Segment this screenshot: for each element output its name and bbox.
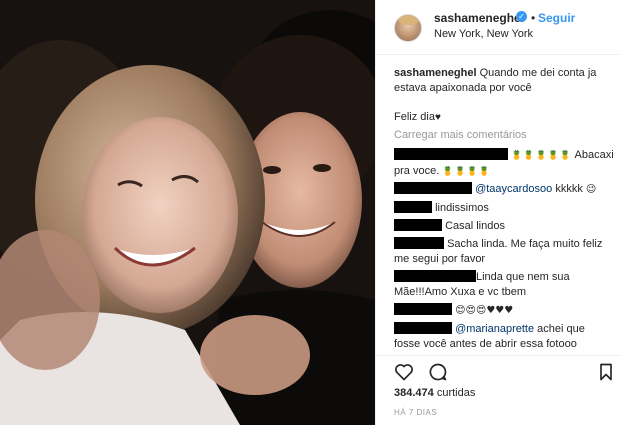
redacted-username — [394, 303, 452, 315]
redacted-username — [394, 148, 508, 160]
redacted-username — [394, 270, 476, 282]
comment-text: lindissimos — [435, 202, 489, 214]
comment-text-cont: pra voce. — [394, 165, 440, 177]
comment-text: Abacaxi — [574, 149, 614, 161]
avatar[interactable] — [394, 14, 422, 42]
comment-text: achei que — [537, 323, 585, 335]
location-link[interactable]: New York, New York — [434, 28, 533, 40]
comment-text-cont: Mãe!!!Amo Xuxa e vc tbem — [394, 286, 527, 298]
post-actions: 384.474 curtidas HÁ 7 DIAS — [376, 355, 620, 425]
likes-count[interactable]: 384.474 curtidas — [394, 387, 475, 399]
comment-item: Sacha linda. Me faça muito feliz me segu… — [394, 237, 616, 267]
comment-text: Linda que nem sua — [476, 271, 570, 283]
comment-text-cont: fosse você antes de abrir essa fotooo — [394, 338, 577, 350]
comment-text-cont: me segui por favor — [394, 253, 486, 265]
bookmark-icon[interactable] — [596, 362, 616, 382]
comment-bubble-icon[interactable] — [428, 362, 448, 382]
header-username[interactable]: sashameneghel — [434, 11, 524, 25]
pineapple-emoji: 🍍🍍🍍🍍 — [442, 167, 492, 177]
comment-item: 🍍🍍🍍🍍🍍 Abacaxi pra voce. 🍍🍍🍍🍍 — [394, 148, 616, 180]
heart-emoji: ♥ — [434, 112, 441, 123]
comment-text: Casal lindos — [445, 220, 505, 232]
redacted-username — [394, 201, 432, 213]
mention-link[interactable]: @marianaprette — [455, 323, 534, 335]
comment-item: 😊😍😍♥♥♥ — [394, 303, 616, 318]
redacted-username — [394, 322, 452, 334]
redacted-username — [394, 219, 442, 231]
post-side-panel: sashameneghel ✓ • Seguir New York, New Y… — [375, 0, 620, 425]
comment-item: Casal lindos — [394, 219, 616, 234]
redacted-username — [394, 237, 444, 249]
heart-outline-icon[interactable] — [394, 362, 414, 382]
pineapple-emoji: 🍍🍍🍍🍍🍍 — [511, 151, 573, 161]
caption-username[interactable]: sashameneghel — [394, 67, 477, 79]
comment-item: Linda que nem sua Mãe!!!Amo Xuxa e vc tb… — [394, 270, 616, 300]
comment-text: Sacha linda. Me faça muito feliz — [447, 238, 603, 250]
caption: sashameneghel Quando me dei conta ja est… — [394, 66, 616, 96]
comment-item: @taaycardosoo kkkkk 😉 — [394, 182, 616, 197]
post-photo[interactable] — [0, 0, 375, 425]
post-timestamp[interactable]: HÁ 7 DIAS — [394, 408, 437, 417]
caption-line2: Feliz dia♥ — [394, 110, 616, 125]
verified-badge-icon: ✓ — [516, 11, 527, 22]
caption-line2-text: Feliz dia — [394, 111, 435, 123]
header-separator: • — [531, 11, 536, 25]
likes-number: 384.474 — [394, 387, 434, 399]
post-header: sashameneghel ✓ • Seguir New York, New Y… — [376, 0, 620, 55]
mention-link[interactable]: @taaycardosoo — [475, 183, 552, 195]
comment-text: kkkkk — [555, 183, 583, 195]
redacted-username — [394, 182, 472, 194]
comment-item: lindissimos — [394, 201, 616, 216]
load-more-comments-button[interactable]: Carregar mais comentários — [394, 128, 616, 143]
follow-button[interactable]: Seguir — [538, 11, 575, 25]
likes-label: curtidas — [436, 387, 476, 399]
emoji-reaction: 😊😍😍♥♥♥ — [455, 305, 514, 316]
photo-illustration — [0, 0, 375, 425]
wink-emoji: 😉 — [585, 184, 597, 195]
comment-item: @marianaprette achei que fosse você ante… — [394, 322, 616, 352]
